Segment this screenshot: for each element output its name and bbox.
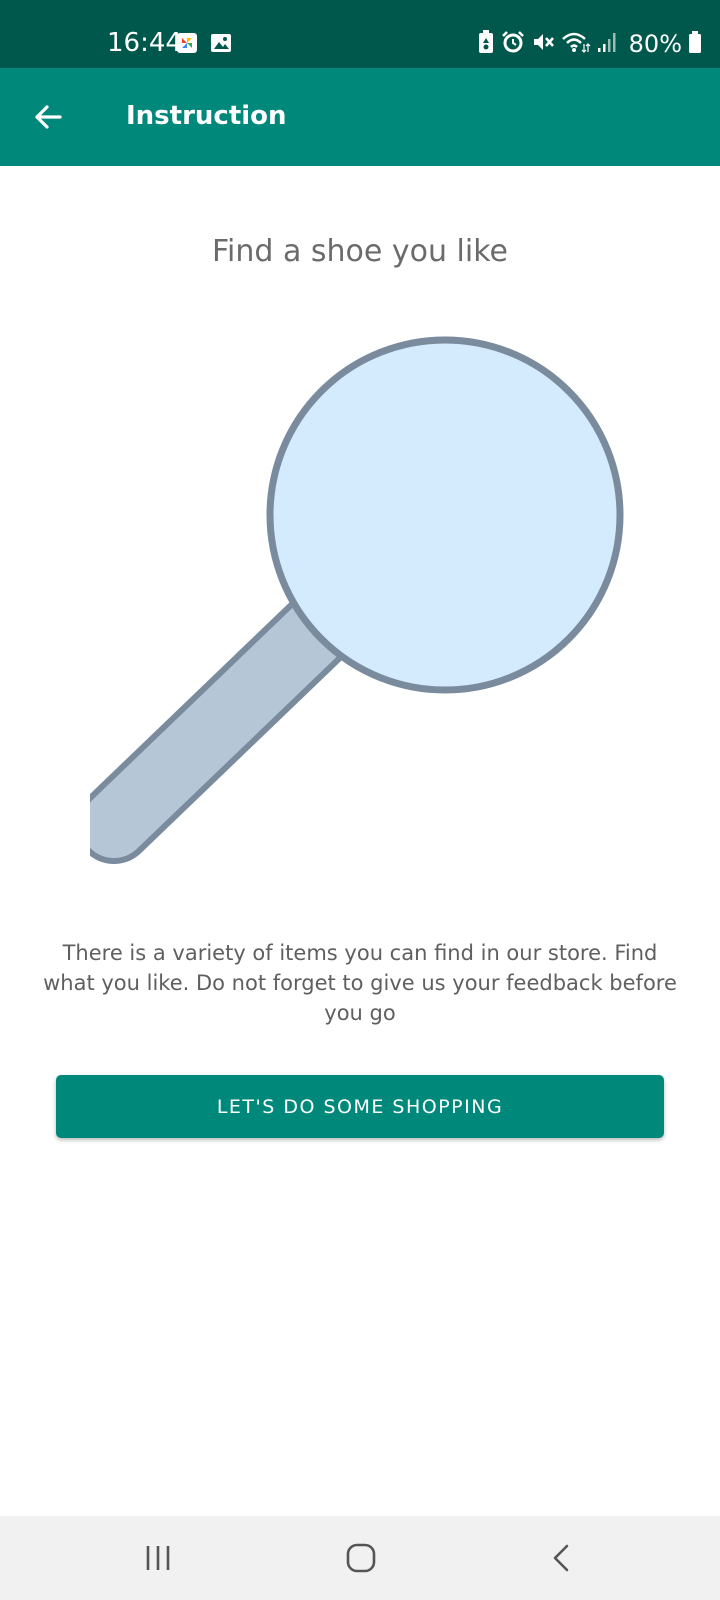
home-icon [346,1543,376,1573]
signal-icon [597,30,617,58]
instruction-description: There is a variety of items you can find… [43,941,677,1025]
system-nav-bar [0,1516,720,1600]
battery-saver-icon [477,30,495,58]
start-shopping-button[interactable]: LET'S DO SOME SHOPPING [56,1075,664,1138]
recent-apps-icon [146,1546,170,1570]
app-bar: Instruction [0,68,720,166]
mute-icon [531,30,555,58]
status-bar: 16:44 80% [0,0,720,68]
status-left-icons [176,32,232,58]
back-icon [553,1544,569,1572]
alarm-icon [501,30,525,58]
status-right-icons: 80% [477,28,702,60]
photos-app-icon [176,32,198,58]
magnifying-glass-illustration [75,335,630,875]
instruction-heading: Find a shoe you like [211,234,508,269]
magnifying-glass-icon [75,336,624,864]
battery-percent: 80% [628,30,682,58]
battery-icon [688,30,702,58]
arrow-back-icon [35,105,62,129]
gallery-icon [210,32,232,58]
back-button[interactable] [18,87,78,147]
recent-apps-button[interactable] [133,1533,183,1583]
nav-back-button[interactable] [537,1533,587,1583]
status-time: 16:44 [107,28,182,58]
page-title: Instruction [126,101,287,131]
home-button[interactable] [336,1533,386,1583]
wifi-icon [561,30,591,58]
